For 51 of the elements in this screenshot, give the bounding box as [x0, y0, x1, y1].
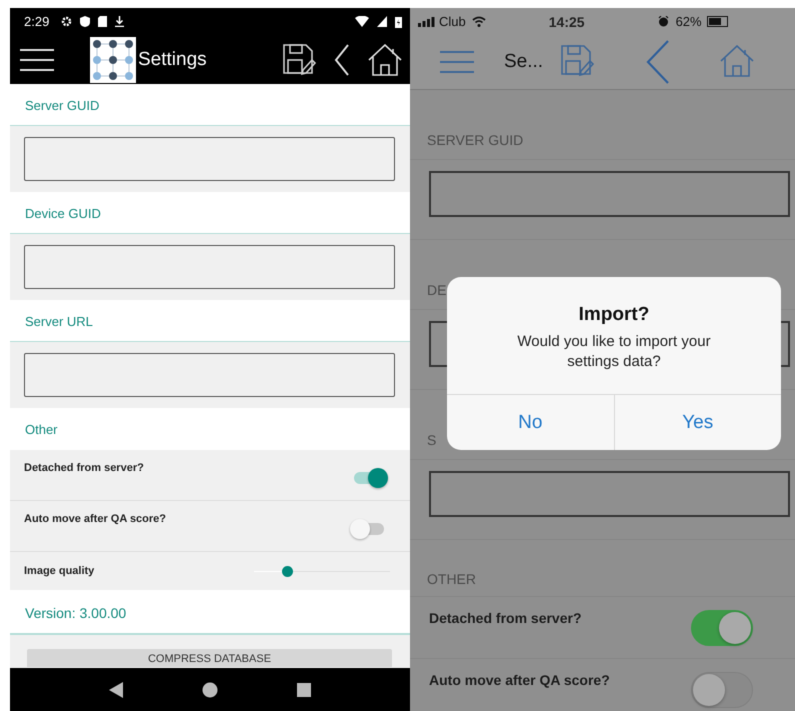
- text-field[interactable]: [24, 245, 395, 289]
- sd-card-icon: [98, 16, 108, 27]
- text-field[interactable]: [24, 137, 395, 181]
- home-icon[interactable]: [368, 44, 402, 76]
- battery-percentage: 62%: [676, 14, 702, 29]
- battery-icon: [395, 16, 402, 28]
- signal-icon: [377, 16, 387, 27]
- carrier-name: Club: [439, 14, 466, 29]
- dialog-title: Import?: [578, 303, 650, 326]
- shield-icon: [80, 16, 90, 27]
- row-label: Detached from server?: [24, 462, 144, 474]
- section-label: Server GUID: [10, 84, 410, 126]
- screen-title: Settings: [138, 48, 207, 70]
- wifi-icon: [355, 16, 369, 27]
- alarm-clock-icon: [658, 16, 669, 27]
- settings-icon: [61, 16, 72, 27]
- screen-title: Se...: [504, 51, 544, 73]
- version-text: Version: 3.00.00: [10, 590, 410, 635]
- row-label: Auto move after QA score?: [24, 513, 166, 525]
- app-logo-icon: [90, 36, 136, 82]
- toggle-switch[interactable]: [691, 672, 753, 708]
- row-label: Detached from server?: [429, 610, 582, 626]
- compress-database-button[interactable]: COMPRESS DATABASE: [27, 649, 392, 667]
- section-label: OTHER: [427, 571, 476, 587]
- section-label: S: [427, 432, 436, 448]
- home-icon[interactable]: [202, 682, 218, 698]
- dialog-button[interactable]: Yes: [614, 395, 781, 450]
- signal-icon: [418, 16, 436, 26]
- status-time: 2:29: [24, 14, 50, 29]
- text-field[interactable]: [429, 471, 790, 517]
- row-label: Image quality: [24, 565, 94, 577]
- dialog-message: Would you like to import your settings data?: [516, 332, 712, 372]
- back-icon[interactable]: [109, 682, 124, 698]
- recents-icon[interactable]: [296, 682, 311, 696]
- dialog-button[interactable]: No: [447, 395, 614, 450]
- section-label: Server URL: [10, 300, 410, 342]
- menu-icon[interactable]: [20, 48, 54, 72]
- section-label: DE: [427, 282, 446, 298]
- wifi-icon: [472, 16, 486, 27]
- status-time: 14:25: [548, 14, 585, 30]
- download-icon: [115, 16, 124, 27]
- text-field[interactable]: [24, 353, 395, 397]
- section-label: Other: [10, 408, 410, 450]
- slider-thumb[interactable]: [282, 566, 292, 576]
- text-field[interactable]: [429, 171, 790, 217]
- section-label: SERVER GUID: [427, 132, 524, 148]
- row-label: Auto move after QA score?: [429, 672, 610, 688]
- section-label: Device GUID: [10, 192, 410, 234]
- save-edit-icon[interactable]: [283, 44, 316, 75]
- toggle-switch[interactable]: [691, 610, 753, 646]
- battery-icon: [706, 16, 729, 27]
